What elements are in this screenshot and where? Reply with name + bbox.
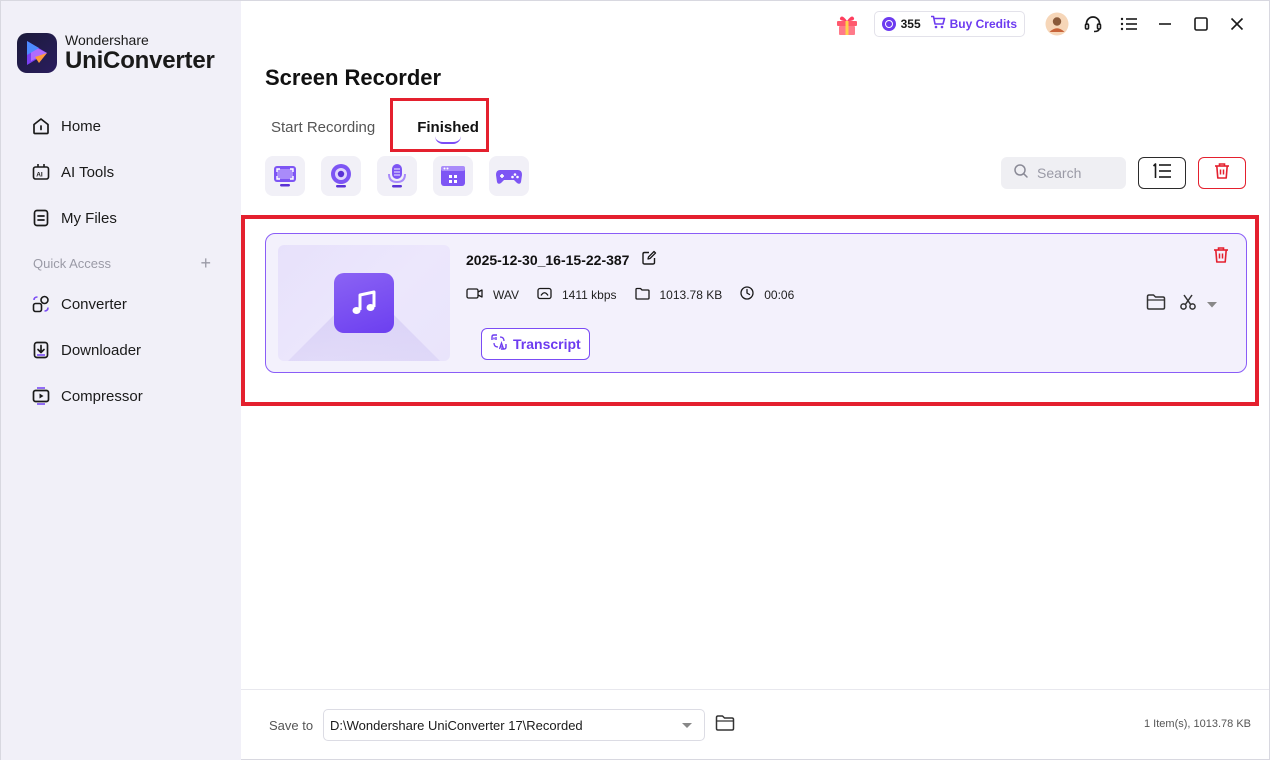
recording-mode-filters bbox=[265, 156, 545, 196]
gift-icon[interactable] bbox=[834, 11, 860, 37]
recording-size: 1013.78 KB bbox=[659, 287, 723, 302]
trim-button[interactable] bbox=[1176, 292, 1200, 316]
sidebar-item-ai-tools[interactable]: AI AI Tools bbox=[1, 149, 241, 195]
user-avatar[interactable] bbox=[1039, 6, 1075, 42]
search-input[interactable] bbox=[1037, 165, 1127, 181]
sidebar-nav: Home AI AI Tools My Files Quick Access + bbox=[1, 103, 241, 419]
save-path-select[interactable]: D:\Wondershare UniConverter 17\Recorded bbox=[323, 709, 705, 741]
credits-count: 355 bbox=[900, 17, 921, 31]
sidebar-item-downloader[interactable]: Downloader bbox=[1, 327, 241, 373]
page-title: Screen Recorder bbox=[265, 65, 442, 90]
delete-recording-button[interactable] bbox=[1210, 246, 1232, 268]
open-folder-button[interactable] bbox=[1144, 292, 1168, 316]
trash-icon bbox=[1213, 162, 1231, 185]
compressor-icon bbox=[31, 386, 51, 406]
recording-filename-text: 2025-12-30_16-15-22-387 bbox=[466, 251, 630, 268]
search-box[interactable] bbox=[1001, 157, 1127, 189]
search-icon bbox=[1013, 163, 1029, 184]
save-path-value: D:\Wondershare UniConverter 17\Recorded bbox=[330, 717, 583, 733]
logo-product: UniConverter bbox=[65, 47, 215, 74]
music-note-icon bbox=[334, 273, 394, 333]
caret-down-icon bbox=[1207, 295, 1217, 313]
recording-format: WAV bbox=[493, 287, 519, 302]
tab-start-recording[interactable]: Start Recording bbox=[265, 105, 381, 149]
tab-label: Start Recording bbox=[271, 118, 376, 136]
clock-icon bbox=[740, 286, 764, 303]
folder-size-icon bbox=[634, 287, 660, 303]
sidebar-item-compressor[interactable]: Compressor bbox=[1, 373, 241, 419]
edit-options-dropdown[interactable] bbox=[1204, 292, 1220, 316]
add-quick-access-button[interactable]: + bbox=[200, 254, 211, 272]
quick-access-header: Quick Access + bbox=[1, 245, 241, 281]
webcam-recorder-filter-icon[interactable] bbox=[321, 156, 361, 196]
highlight-box-finished-tab bbox=[390, 98, 489, 152]
menu-icon[interactable] bbox=[1111, 6, 1147, 42]
save-to-label: Save to bbox=[269, 718, 314, 733]
sidebar-item-label: Home bbox=[61, 117, 102, 135]
sidebar-item-my-files[interactable]: My Files bbox=[1, 195, 241, 241]
sidebar-item-home[interactable]: Home bbox=[1, 103, 241, 149]
uniconverter-logo-icon bbox=[17, 33, 57, 73]
footer-bar: Save to D:\Wondershare UniConverter 17\R… bbox=[241, 689, 1269, 759]
rename-edit-icon[interactable] bbox=[641, 250, 657, 269]
scissors-icon bbox=[1179, 293, 1197, 316]
app-window: Wondershare UniConverter Home AI AI Tool… bbox=[0, 0, 1270, 760]
svg-text:AI: AI bbox=[36, 172, 43, 179]
sidebar-item-converter[interactable]: Converter bbox=[1, 281, 241, 327]
size-info: 1013.78 KB bbox=[634, 287, 723, 303]
minimize-button[interactable] bbox=[1147, 6, 1183, 42]
bitrate-icon bbox=[537, 287, 562, 303]
folder-icon bbox=[1146, 293, 1166, 316]
video-camera-icon bbox=[466, 287, 493, 303]
bitrate-info: 1411 kbps bbox=[537, 287, 617, 303]
maximize-button[interactable] bbox=[1183, 6, 1219, 42]
recording-metadata: WAV 1411 kbps 1013.78 KB 00:06 bbox=[466, 286, 812, 303]
recording-duration: 00:06 bbox=[764, 287, 795, 302]
screen-recorder-filter-icon[interactable] bbox=[265, 156, 305, 196]
downloader-icon bbox=[31, 340, 51, 360]
transcript-label: Transcript bbox=[513, 336, 581, 352]
credits-coin-icon bbox=[881, 17, 896, 31]
sort-button[interactable] bbox=[1138, 157, 1186, 189]
app-logo: Wondershare UniConverter bbox=[17, 33, 215, 73]
support-headset-icon[interactable] bbox=[1075, 6, 1111, 42]
converter-icon bbox=[31, 294, 51, 314]
quick-access-label: Quick Access bbox=[33, 255, 112, 271]
ai-tools-icon: AI bbox=[31, 162, 51, 182]
application-recorder-filter-icon[interactable] bbox=[433, 156, 473, 196]
sidebar: Wondershare UniConverter Home AI AI Tool… bbox=[1, 1, 241, 760]
my-files-icon bbox=[31, 208, 51, 228]
format-info: WAV bbox=[466, 287, 519, 303]
sort-list-icon bbox=[1151, 162, 1173, 185]
audio-recorder-filter-icon[interactable] bbox=[377, 156, 417, 196]
credits-widget[interactable]: 355 Buy Credits bbox=[873, 11, 1025, 37]
duration-info: 00:06 bbox=[740, 286, 794, 303]
sidebar-item-label: AI Tools bbox=[61, 163, 115, 181]
transcript-button[interactable]: Transcript bbox=[481, 328, 590, 360]
trash-icon bbox=[1212, 246, 1230, 269]
sidebar-item-label: Compressor bbox=[61, 387, 143, 405]
game-recorder-filter-icon[interactable] bbox=[489, 156, 529, 196]
folder-icon bbox=[715, 714, 735, 737]
browse-folder-button[interactable] bbox=[713, 713, 737, 737]
recording-card[interactable]: 2025-12-30_16-15-22-387 WAV 1411 kbps 10… bbox=[265, 233, 1247, 373]
home-icon bbox=[31, 116, 51, 136]
close-button[interactable] bbox=[1219, 6, 1255, 42]
recording-filename: 2025-12-30_16-15-22-387 bbox=[466, 250, 657, 269]
logo-brand: Wondershare bbox=[65, 32, 149, 48]
sidebar-item-label: Converter bbox=[61, 295, 127, 313]
sidebar-item-label: Downloader bbox=[61, 341, 142, 359]
item-count-status: 1 Item(s), 1013.78 KB bbox=[1144, 718, 1251, 730]
delete-all-button[interactable] bbox=[1198, 157, 1246, 189]
title-bar: 355 Buy Credits bbox=[834, 1, 1269, 47]
sidebar-item-label: My Files bbox=[61, 209, 117, 227]
buy-credits-button[interactable]: Buy Credits bbox=[950, 17, 1017, 31]
transcript-icon bbox=[490, 333, 508, 356]
cart-icon bbox=[930, 15, 946, 34]
recording-bitrate: 1411 kbps bbox=[562, 287, 617, 302]
chevron-down-icon bbox=[682, 723, 692, 728]
recording-thumbnail bbox=[278, 245, 450, 361]
